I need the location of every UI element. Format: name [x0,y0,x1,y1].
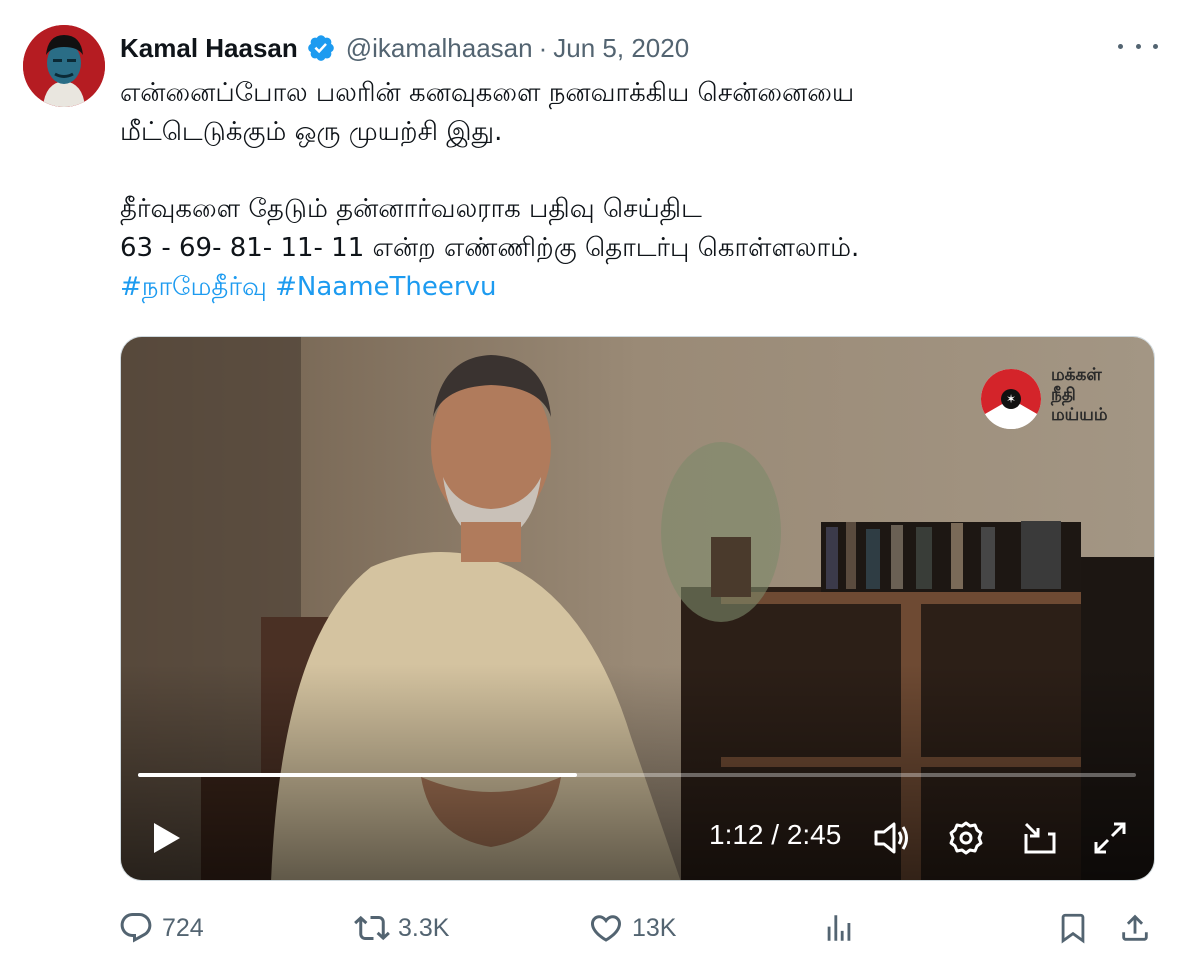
views-button[interactable] [822,905,856,951]
volume-icon[interactable] [869,815,915,861]
hashtag-link[interactable]: #NaameTheervu [275,272,496,302]
author-handle[interactable]: @ikamalhaasan [346,33,533,64]
tweet-text-line: என்னைப்போல பலரின் கனவுகளை நனவாக்கிய சென்… [120,78,855,108]
watermark-line: மக்கள் [1051,365,1102,385]
reply-button[interactable]: 724 [118,905,204,951]
bookmark-icon [1061,913,1085,944]
author-name[interactable]: Kamal Haasan [120,33,298,64]
more-icon[interactable] [1118,34,1158,58]
reply-count: 724 [162,913,204,942]
hashtag-link[interactable]: #நாமேதீர்வு [120,272,267,302]
tweet-actions: 724 3.3K 13K [118,905,1163,955]
video-frame: ✶ [121,337,1154,880]
video-time: 1:12 / 2:45 [709,819,842,850]
watermark-line: மய்யம் [1051,405,1108,425]
reply-icon [120,913,152,943]
retweet-icon [354,915,390,941]
video-progress-bar[interactable] [138,773,1136,777]
share-icon [1122,914,1148,941]
avatar[interactable] [23,25,105,107]
tweet-text-line: தீர்வுகளை தேடும் தன்னார்வலராக பதிவு செய்… [120,194,702,224]
like-count: 13K [632,913,677,942]
fullscreen-icon[interactable] [1087,815,1133,861]
tweet-header: Kamal Haasan @ikamalhaasan · Jun 5, 2020 [120,28,689,68]
views-icon [827,915,851,941]
tweet-text-line: மீட்டெடுக்கும் ஒரு முயற்சி இது. [120,117,503,147]
play-icon[interactable] [143,815,189,861]
bookmark-button[interactable] [1056,905,1090,951]
retweet-count: 3.3K [398,913,450,942]
tweet-text: என்னைப்போல பலரின் கனவுகளை நனவாக்கிய சென்… [120,74,1160,307]
watermark-line: நீதி [1051,385,1076,405]
like-icon [590,915,622,942]
verified-icon [307,35,334,61]
like-button[interactable]: 13K [588,905,676,951]
meta-separator: · [538,32,548,63]
tweet-text-line: 63 - 69- 81- 11- 11 என்ற எண்ணிற்கு தொடர்… [120,233,860,263]
video-player[interactable]: ✶ மக்கள் நீதி மய்யம் 1:12 / 2:45 [120,336,1155,881]
pip-icon[interactable] [1017,815,1063,861]
video-watermark: மக்கள் நீதி மய்யம் [1051,365,1108,425]
video-progress-fill [138,773,578,777]
svg-text:✶: ✶ [1006,392,1016,406]
hashtags: #நாமேதீர்வு #NaameTheervu [120,268,1160,307]
tweet-date[interactable]: Jun 5, 2020 [553,33,689,64]
avatar-image [23,25,105,107]
share-button[interactable] [1118,905,1152,951]
retweet-button[interactable]: 3.3K [354,905,449,951]
settings-icon[interactable] [943,815,989,861]
